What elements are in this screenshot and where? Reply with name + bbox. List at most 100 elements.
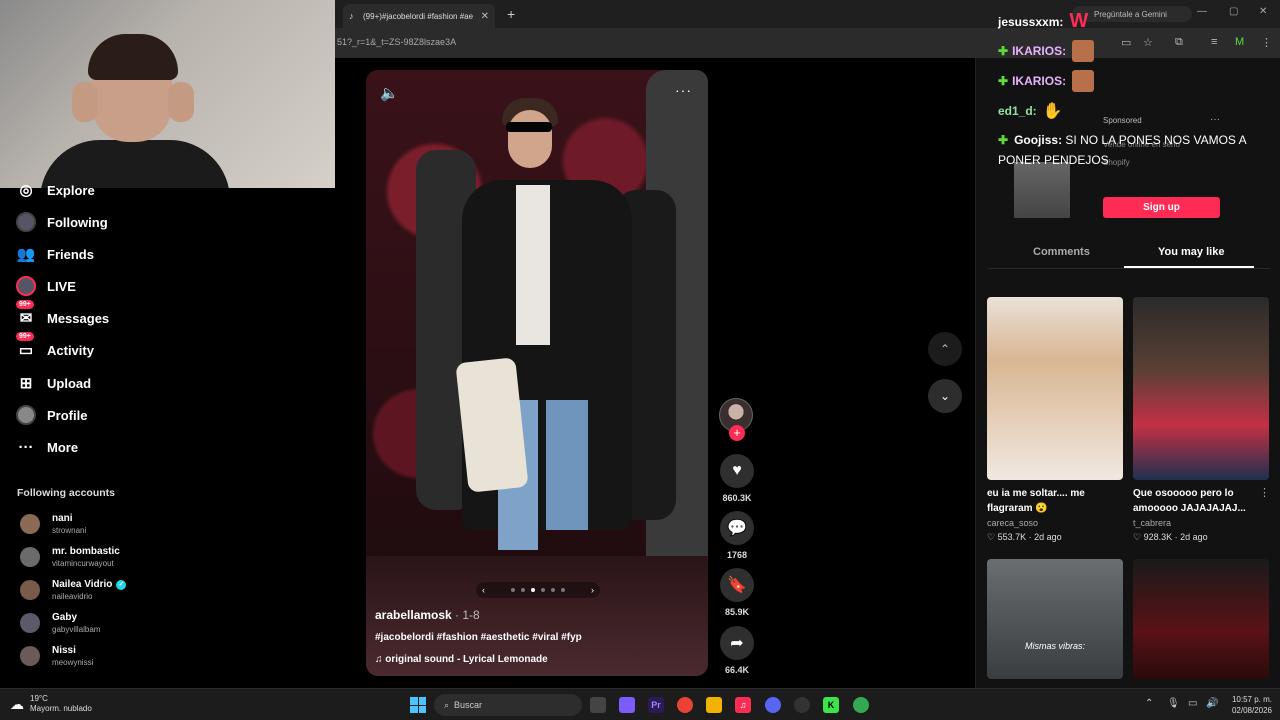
chrome-profile-icon[interactable] [853,697,869,713]
recommended-video-card[interactable] [1133,559,1269,679]
new-tab-button[interactable]: + [507,6,515,22]
sidebar-item-label: Profile [47,407,88,423]
chrome-icon[interactable] [677,697,693,713]
sidebar-item-label: Activity [47,342,94,358]
carousel-dot[interactable] [551,588,555,592]
premiere-icon[interactable]: Pr [648,697,664,713]
close-tab-icon[interactable]: ✕ [481,11,489,22]
music-app-icon[interactable]: ♫ [735,697,751,713]
weather-temp: 19°C [30,694,48,703]
clock-date: 02/08/2026 [1231,706,1272,715]
chat-username: IKARIOS: [1012,74,1067,88]
account-name: Nailea Vidrio [52,579,113,590]
share-button[interactable]: ➦ 66.4K [718,626,756,675]
tray-chevron-icon[interactable]: ⌃ [1145,698,1153,709]
card-meta: ♡ 553.7K · 2d ago [987,532,1062,542]
tab-you-may-like[interactable]: You may like [1158,246,1224,258]
browser-tab[interactable]: ♪ (99+)#jacobelordi #fashion #ae ✕ [343,4,495,28]
weather-desc: Mayorm. nublado [30,704,92,713]
network-icon[interactable]: ▭ [1188,698,1197,709]
windows-start-icon[interactable] [410,697,426,713]
video-person-head [508,110,552,168]
video-sound: original sound - Lyrical Lemonade [385,654,548,665]
chat-message: ed1_d: ✋ [998,101,1063,121]
file-explorer-icon[interactable] [706,697,722,713]
sidebar-item-more[interactable]: ··· More [16,435,79,459]
more-options-icon[interactable]: ··· [675,82,692,98]
ad-thumbnail[interactable] [1014,162,1070,218]
sidebar-item-activity[interactable]: ▭ 99+ Activity [16,332,94,362]
account-name: nani [52,513,73,524]
sidebar-item-profile[interactable]: Profile [16,403,87,427]
video-sound-row[interactable]: ♫ original sound - Lyrical Lemonade [375,654,548,665]
card-thumbnail [987,297,1123,480]
taskbar-search[interactable]: ⌕ Buscar [434,694,582,716]
url-text: 51?_r=1&_t=ZS-98Z8lszae3A [337,37,457,47]
sidebar-item-messages[interactable]: ✉ 99+ Messages [16,300,110,330]
following-account[interactable]: Gaby gabyvillalbam [20,612,100,634]
recommended-video-card[interactable]: Que osooooo pero lo amooooo JAJAJAJAJ...… [1133,297,1269,543]
carousel-dot[interactable] [521,588,525,592]
account-username: strownani [52,526,87,535]
app-icon[interactable] [794,697,810,713]
video-player[interactable]: 🔈 ··· ‹ › arabellamosk · 1-8 #jacobelord… [366,70,708,676]
sidebar: ◎ Explore Following 👥 Friends LIVE ✉ 99+ … [0,182,335,688]
carousel-dot[interactable] [531,588,535,592]
live-icon [16,276,36,296]
sidebar-item-live[interactable]: LIVE [16,274,76,298]
follow-plus-icon[interactable]: + [729,425,745,441]
emote-w-icon: W [1069,10,1089,32]
webcam-person-hair [88,34,178,80]
recommended-video-card[interactable]: Mismas vibras: [987,559,1123,679]
carousel-dot[interactable] [561,588,565,592]
sidebar-item-upload[interactable]: ⊞ Upload [16,371,91,395]
volume-tray-icon[interactable]: 🔊 [1206,698,1218,709]
account-username: naileavidrio [52,592,93,601]
next-video-button[interactable]: ⌄ [928,379,962,413]
sidebar-item-explore[interactable]: ◎ Explore [16,178,94,202]
chat-message: ✚ IKARIOS: [998,70,1095,92]
weather-widget[interactable]: ☁ 19°C Mayorm. nublado [10,694,92,714]
sidebar-item-label: Following [47,214,108,230]
carousel-dot[interactable] [541,588,545,592]
cloud-icon: ☁ [10,695,24,712]
video-author[interactable]: arabellamosk [375,608,452,622]
sidebar-item-label: Friends [47,246,94,262]
signup-button[interactable]: Sign up [1103,197,1220,218]
video-hashtags[interactable]: #jacobelordi #fashion #aesthetic #viral … [375,632,582,643]
microphone-icon[interactable]: 🎙 [1167,698,1180,709]
carousel-dot[interactable] [511,588,515,592]
following-account[interactable]: Nailea Vidrio ✓ naileavidrio [20,579,127,601]
comment-button[interactable]: 💬 1768 [718,511,756,560]
kick-icon[interactable]: K [823,697,839,713]
chevron-right-icon[interactable]: › [591,585,594,595]
sidebar-item-label: Messages [47,310,110,326]
sidebar-item-following[interactable]: Following [16,210,108,234]
tab-comments[interactable]: Comments [1033,246,1090,258]
chat-badge-icon: ✚ [998,133,1009,147]
share-count: 66.4K [724,665,750,675]
volume-icon[interactable]: 🔈 [380,84,399,102]
recommended-video-card[interactable]: eu ia me soltar.... me flagraram 😮 carec… [987,297,1123,543]
save-button[interactable]: 🔖 85.9K [718,568,756,617]
following-account[interactable]: nani strownani [20,513,86,535]
upload-icon: ⊞ [19,375,33,392]
sidebar-item-label: Upload [47,375,92,391]
video-person-shirt [516,185,550,345]
account-username: meowynissi [52,658,94,667]
sidebar-item-friends[interactable]: 👥 Friends [16,242,94,266]
copilot-icon[interactable] [619,697,635,713]
following-account[interactable]: Nissi meowynissi [20,645,93,667]
card-title: Que osooooo pero lo amooooo JAJAJAJAJ... [1133,488,1246,514]
like-button[interactable]: ♥ 860.3K [718,454,756,503]
chevron-left-icon[interactable]: ‹ [482,585,485,595]
task-view-icon[interactable] [590,697,606,713]
discord-icon[interactable] [765,697,781,713]
card-kebab-icon[interactable]: ⋮ [1259,486,1270,499]
video-sunglasses [506,122,552,132]
previous-video-button[interactable]: ⌃ [928,332,962,366]
following-account[interactable]: mr. bombastic vitamincurwayout [20,546,120,568]
share-icon: ➦ [720,626,754,660]
search-placeholder: Buscar [454,700,483,710]
system-clock[interactable]: 10:57 p. m. 02/08/2026 [1222,694,1272,716]
